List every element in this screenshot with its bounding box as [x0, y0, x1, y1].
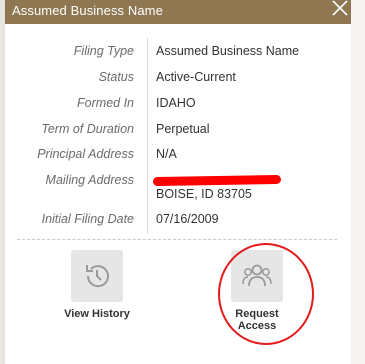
detail-label: Principal Address [37, 147, 134, 161]
panel-title: Assumed Business Name [12, 3, 163, 18]
view-history-label: View History [64, 308, 130, 320]
detail-label: Term of Duration [41, 122, 134, 136]
detail-row-principal-address: Principal Address N/A [5, 147, 351, 167]
detail-label: Mailing Address [45, 173, 134, 187]
view-history-button[interactable]: View History [57, 250, 137, 320]
highlight-circle [218, 243, 314, 345]
header-gap [5, 24, 351, 32]
detail-value: BOISE, ID 83705 [156, 187, 252, 201]
view-history-icon-box [71, 250, 123, 302]
detail-label: Filing Type [73, 44, 134, 58]
detail-row-term: Term of Duration Perpetual [5, 122, 351, 142]
detail-value: Assumed Business Name [156, 44, 300, 58]
detail-row-mailing-address-line2: BOISE, ID 83705 [5, 187, 351, 207]
background-right [350, 0, 365, 364]
section-divider [17, 239, 337, 240]
detail-row-filing-type: Filing Type Assumed Business Name [5, 44, 351, 64]
detail-row-status: Status Active-Current [5, 70, 351, 90]
detail-row-formed-in: Formed In IDAHO [5, 96, 351, 116]
detail-value: Perpetual [156, 122, 210, 136]
detail-label: Initial Filing Date [41, 212, 134, 226]
details-panel: Assumed Business Name Filing Type Assume… [4, 0, 351, 364]
detail-label: Status [98, 70, 134, 84]
detail-label: Formed In [77, 96, 134, 110]
close-button[interactable] [327, 0, 351, 24]
detail-value: Active-Current [156, 70, 236, 84]
detail-value: 07/16/2009 [156, 212, 219, 226]
close-icon [332, 0, 348, 16]
panel-header: Assumed Business Name [5, 0, 327, 24]
history-icon [86, 265, 109, 288]
detail-value: IDAHO [156, 96, 196, 110]
detail-value: N/A [156, 147, 177, 161]
detail-row-initial-filing-date: Initial Filing Date 07/16/2009 [5, 212, 351, 232]
